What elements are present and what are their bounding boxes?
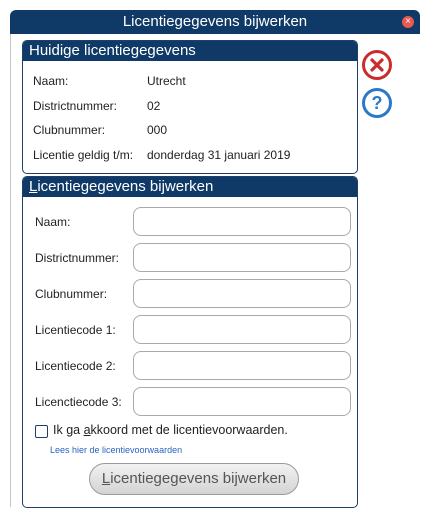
code1-field[interactable] <box>133 315 351 344</box>
name-field[interactable] <box>133 207 351 236</box>
close-x-icon <box>370 58 384 72</box>
club-field[interactable] <box>133 279 351 308</box>
submit-accesskey: L <box>101 470 111 487</box>
help-circle-icon[interactable]: ? <box>362 88 392 118</box>
current-valid-value: donderdag 31 januari 2019 <box>147 148 291 162</box>
code3-field[interactable] <box>133 387 351 416</box>
terms-link[interactable]: Lees hier de licentievoorwaarden <box>50 445 182 455</box>
submit-label: icentiegegevens bijwerken <box>110 470 287 487</box>
current-valid-label: Licentie geldig t/m: <box>33 148 134 162</box>
current-name-value: Utrecht <box>147 74 186 88</box>
name-field-label: Naam: <box>35 215 71 229</box>
window-title: Licentiegegevens bijwerken <box>122 13 308 30</box>
current-district-label: Districtnummer: <box>33 99 118 113</box>
code1-field-label: Licentiecode 1: <box>35 323 116 337</box>
current-license-panel: Huidige licentiegegevens Naam: Utrecht D… <box>22 40 358 174</box>
agree-checkbox[interactable] <box>35 425 48 438</box>
district-field-label: Districtnummer: <box>35 251 120 265</box>
window-close-icon[interactable]: × <box>402 16 414 28</box>
update-license-button[interactable]: Licentiegegevens bijwerken <box>89 463 299 495</box>
close-circle-icon[interactable] <box>362 50 392 80</box>
agree-label[interactable]: Ik ga akkoord met de licentievoorwaarden… <box>53 423 288 437</box>
code3-field-label: Licenctiecode 3: <box>35 395 122 409</box>
code2-field-label: Licentiecode 2: <box>35 359 116 373</box>
agree-text-post: kkoord met de licentievoorwaarden. <box>90 423 288 437</box>
update-heading-text: icentiegegevens bijwerken <box>37 178 214 195</box>
club-field-label: Clubnummer: <box>35 287 108 301</box>
update-license-heading: Licentiegegevens bijwerken <box>23 177 357 197</box>
window-titlebar: Licentiegegevens bijwerken × <box>10 10 420 34</box>
agree-accesskey: a <box>83 423 91 437</box>
district-field[interactable] <box>133 243 351 272</box>
current-district-value: 02 <box>147 99 161 113</box>
current-club-value: 000 <box>147 123 168 137</box>
code2-field[interactable] <box>133 351 351 380</box>
current-name-label: Naam: <box>33 74 69 88</box>
update-license-panel: Licentiegegevens bijwerken Naam: Distric… <box>22 176 358 508</box>
current-club-label: Clubnummer: <box>33 123 106 137</box>
window-border <box>10 34 11 507</box>
agree-text-pre: Ik ga <box>53 423 84 437</box>
current-license-heading: Huidige licentiegegevens <box>23 41 357 61</box>
